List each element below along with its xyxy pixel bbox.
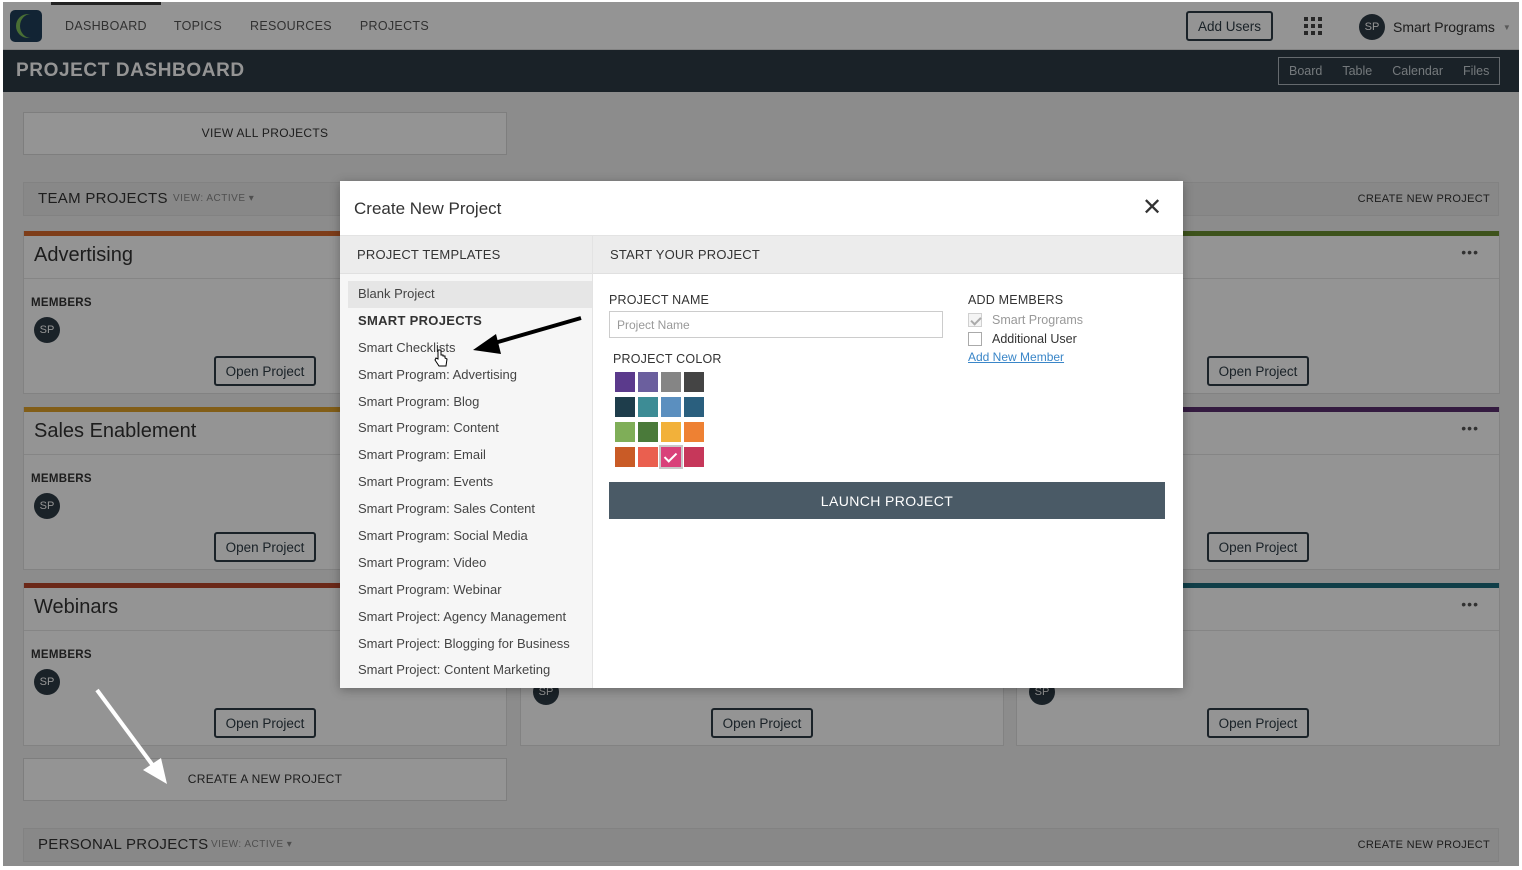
modal-header: Create New Project ✕ [340, 181, 1183, 236]
template-item[interactable]: Smart Program: Email [348, 442, 592, 469]
color-swatch[interactable] [638, 397, 658, 417]
template-item[interactable]: Smart Project: Blogging for Business [348, 631, 592, 658]
color-swatch[interactable] [638, 447, 658, 467]
color-swatch[interactable] [615, 397, 635, 417]
template-item[interactable]: Smart Program: Advertising [348, 362, 592, 389]
color-swatch[interactable] [615, 422, 635, 442]
create-project-modal: Create New Project ✕ PROJECT TEMPLATES B… [340, 181, 1183, 688]
member-checkbox[interactable] [968, 313, 982, 327]
start-header: START YOUR PROJECT [593, 236, 1183, 274]
start-header-label: START YOUR PROJECT [610, 247, 760, 262]
template-item[interactable]: Smart Program: Sales Content [348, 496, 592, 523]
member-label: Additional User [992, 332, 1077, 346]
color-swatch[interactable] [661, 422, 681, 442]
template-item[interactable]: Smart Project: Content Marketing [348, 657, 592, 684]
color-swatch[interactable] [638, 372, 658, 392]
color-swatch[interactable] [615, 372, 635, 392]
color-swatch-grid [615, 372, 704, 469]
add-new-member-link[interactable]: Add New Member [968, 350, 1064, 364]
template-item[interactable]: Smart Program: Blog [348, 389, 592, 416]
project-name-label: PROJECT NAME [609, 293, 710, 307]
template-group-heading: SMART PROJECTS [358, 312, 483, 328]
member-label: Smart Programs [992, 313, 1083, 327]
color-swatch[interactable] [638, 422, 658, 442]
project-name-input[interactable] [609, 311, 943, 338]
project-color-label: PROJECT COLOR [613, 352, 722, 366]
template-item[interactable]: Smart Project: Agency Management [348, 604, 592, 631]
template-item[interactable]: Blank Project [348, 281, 592, 308]
launch-project-button[interactable]: LAUNCH PROJECT [609, 482, 1165, 519]
member-row[interactable]: Additional User [968, 332, 1077, 346]
close-icon[interactable]: ✕ [1139, 195, 1165, 221]
template-item[interactable]: Smart Program: Content [348, 415, 592, 442]
add-members-label: ADD MEMBERS [968, 293, 1064, 307]
app-window: DASHBOARD TOPICS RESOURCES PROJECTS Add … [3, 2, 1519, 866]
template-item[interactable]: Smart Program: Video [348, 550, 592, 577]
templates-header: PROJECT TEMPLATES [340, 236, 592, 274]
template-item[interactable]: Smart Program: Events [348, 469, 592, 496]
color-swatch[interactable] [659, 445, 683, 469]
start-project-panel: START YOUR PROJECT PROJECT NAME PROJECT … [593, 236, 1183, 688]
modal-title: Create New Project [354, 199, 502, 218]
template-item[interactable]: Smart Checklists [348, 335, 592, 362]
template-item[interactable]: Smart Program: Social Media [348, 523, 592, 550]
member-checkbox[interactable] [968, 332, 982, 346]
templates-panel: PROJECT TEMPLATES Blank Project SMART PR… [340, 236, 593, 688]
template-item[interactable]: Smart Program: Webinar [348, 577, 592, 604]
color-swatch[interactable] [684, 447, 704, 467]
color-swatch[interactable] [615, 447, 635, 467]
member-row[interactable]: Smart Programs [968, 313, 1083, 327]
color-swatch[interactable] [661, 397, 681, 417]
template-list: Blank Project SMART PROJECTS Smart Check… [348, 281, 592, 684]
templates-header-label: PROJECT TEMPLATES [357, 247, 501, 262]
color-swatch[interactable] [684, 422, 704, 442]
color-swatch[interactable] [684, 397, 704, 417]
color-swatch[interactable] [661, 372, 681, 392]
color-swatch[interactable] [684, 372, 704, 392]
